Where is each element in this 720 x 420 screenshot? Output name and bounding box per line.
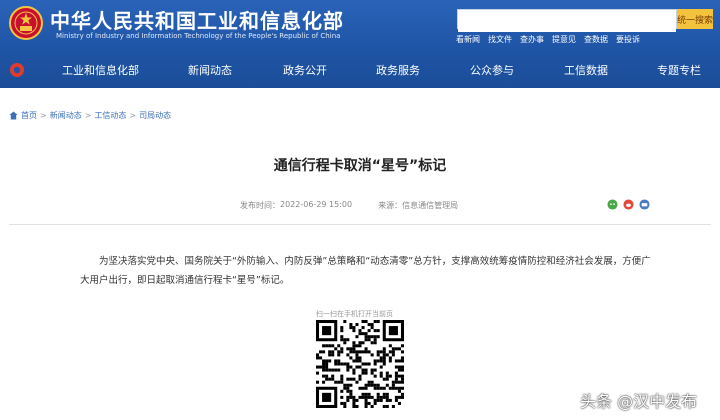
breadcrumb-industry-news[interactable]: 工信动态 [94,110,126,121]
breadcrumb-home[interactable]: 首页 [21,110,37,121]
article-title: 通信行程卡取消“星号”标记 [273,158,447,174]
site-title[interactable]: 中华人民共和国工业和信息化部 [50,5,344,34]
meta-divider [9,224,711,225]
share-icons [607,199,650,210]
weibo-share-icon[interactable] [623,199,634,210]
publish-time: 2022-06-29 15:00 [280,200,353,209]
source-label: 来源： [378,201,403,210]
search-button[interactable]: 统一搜索 [677,9,713,29]
quick-link-feedback[interactable]: 提意见 [552,34,576,45]
search-input[interactable] [458,14,676,32]
article-meta: 发布时间： 2022-06-29 15:00 来源： 信息通信管理局 [240,200,458,211]
quick-links: 看新闻 找文件 查办事 提意见 查数据 要投诉 [456,34,640,45]
nav-item-industry-data[interactable]: 工信数据 [564,62,608,78]
breadcrumb-separator: > [129,111,137,120]
quick-link-news[interactable]: 看新闻 [456,34,480,45]
breadcrumb: 首页 > 新闻动态 > 工信动态 > 司局动态 [9,110,171,121]
nav-item-gov-services[interactable]: 政务服务 [376,62,420,78]
toutiao-watermark: 头条 @汉中发布 [580,392,698,411]
breadcrumb-news[interactable]: 新闻动态 [50,110,82,121]
publish-time-label: 发布时间： [240,201,280,210]
quick-link-complaint[interactable]: 要投诉 [616,34,640,45]
meta-spacer [352,200,378,211]
site-header: 中华人民共和国工业和信息化部 Ministry of Industry and … [0,0,720,88]
nav-item-special-topics[interactable]: 专题专栏 [657,62,701,78]
breadcrumb-department-news[interactable]: 司局动态 [139,110,171,121]
nav-item-public-participation[interactable]: 公众参与 [470,62,514,78]
quick-link-services[interactable]: 查办事 [520,34,544,45]
article-body: 为坚决落实党中央、国务院关于“外防输入、内防反弹”总策略和“动态清零”总方针，支… [80,256,651,286]
search-box [457,9,677,32]
breadcrumb-separator: > [40,111,47,120]
source-value: 信息通信管理局 [402,201,459,210]
site-subtitle: Ministry of Industry and Information Tec… [56,32,341,40]
quick-link-files[interactable]: 找文件 [488,34,512,45]
qr-caption: 扫一扫在手机打开当前页 [316,310,393,318]
miit-logo-icon[interactable] [9,62,25,78]
nav-item-news[interactable]: 新闻动态 [188,62,232,78]
quick-link-data[interactable]: 查数据 [584,34,608,45]
nav-item-ministry[interactable]: 工业和信息化部 [62,62,139,78]
home-icon [9,111,18,120]
breadcrumb-separator: > [84,111,92,120]
national-emblem-icon[interactable] [9,6,43,40]
wechat-share-icon[interactable] [607,199,618,210]
qr-code-icon [316,320,404,408]
print-icon[interactable] [639,199,650,210]
nav-item-gov-affairs[interactable]: 政务公开 [283,62,327,78]
